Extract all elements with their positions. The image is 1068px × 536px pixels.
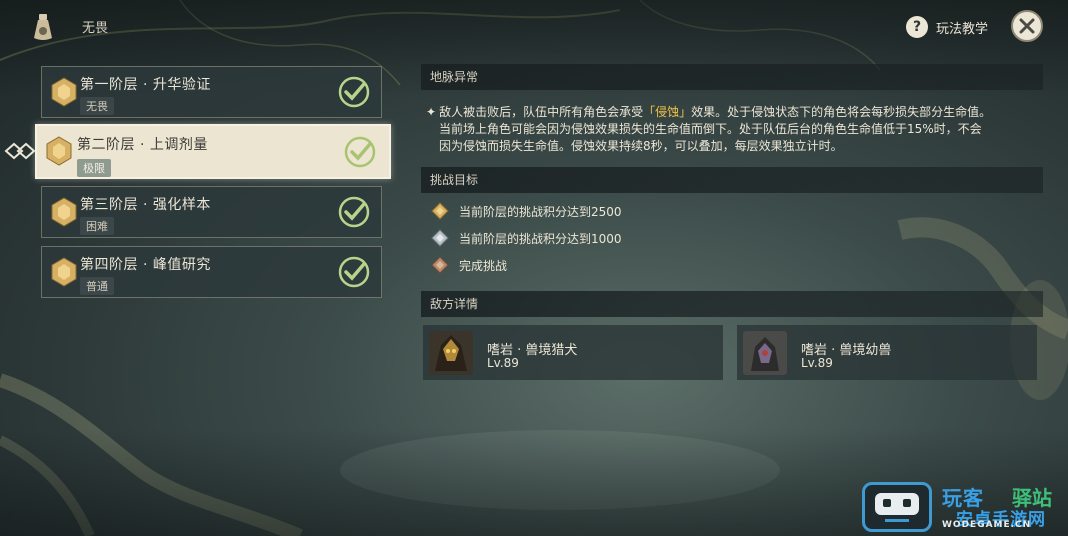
- desc-line-2: 当前场上角色可能会因为侵蚀效果损失的生命值而倒下。处于队伍后台的角色生命值低于1…: [439, 122, 982, 136]
- enemy-header: 敌方详情: [421, 291, 1043, 317]
- stage-difficulty-tag: 普通: [80, 277, 114, 295]
- rockbond-whelp-portrait: [743, 331, 787, 375]
- desc-text: 敌人被击败后，队伍中所有角色会承受: [439, 105, 644, 119]
- goal-item-bronze: 完成挑战: [431, 256, 507, 274]
- goal-text: 当前阶层的挑战积分达到2500: [459, 204, 622, 219]
- check-icon: [344, 136, 376, 168]
- gold-badge-icon: [51, 257, 77, 287]
- stage-item-3[interactable]: 第三阶层 · 强化样本 困难: [41, 186, 382, 238]
- stage-difficulty-tag: 困难: [80, 217, 114, 235]
- goal-text: 当前阶层的挑战积分达到1000: [459, 231, 622, 246]
- stage-difficulty-tag: 无畏: [80, 97, 114, 115]
- gold-badge-icon: [51, 77, 77, 107]
- selected-arrow-icon: [4, 142, 36, 160]
- stage-item-4[interactable]: 第四阶层 · 峰值研究 普通: [41, 246, 382, 298]
- robot-logo-icon: [862, 482, 932, 532]
- desc-line-3: 因为侵蚀而损失生命值。侵蚀效果持续8秒，可以叠加，每层效果独立计时。: [439, 139, 843, 153]
- stage-item-2[interactable]: 第二阶层 · 上调剂量 极限: [35, 124, 391, 179]
- stage-item-1[interactable]: 第一阶层 · 升华验证 无畏: [41, 66, 382, 118]
- site-watermark: 玩客 驿站 安卓手游网 WODEGAME.CN: [862, 482, 1062, 532]
- goal-text: 完成挑战: [459, 258, 508, 273]
- enemy-level: Lv.89: [487, 356, 519, 370]
- watermark-url: WODEGAME.CN: [942, 520, 1032, 530]
- erosion-keyword: 「侵蚀」: [643, 105, 692, 119]
- check-icon: [338, 256, 370, 288]
- question-icon: ?: [906, 16, 928, 38]
- gold-badge-icon: [431, 202, 449, 220]
- enemy-card-1[interactable]: 嗜岩 · 兽境猎犬 Lv.89: [423, 325, 723, 380]
- stage-difficulty-tag: 极限: [77, 159, 111, 177]
- stage-title: 第二阶层 · 上调剂量: [77, 137, 208, 153]
- mode-title: 无畏: [82, 21, 109, 36]
- ley-line-description: ✦ 敌人被击败后，队伍中所有角色会承受「侵蚀」效果。处于侵蚀状态下的角色将会每秒损…: [426, 104, 1040, 155]
- check-icon: [338, 196, 370, 228]
- ley-line-header: 地脉异常: [421, 64, 1043, 90]
- tutorial-label: 玩法教学: [936, 21, 989, 37]
- close-button[interactable]: [1011, 10, 1043, 42]
- bronze-badge-icon: [431, 256, 449, 274]
- stage-title: 第四阶层 · 峰值研究: [80, 257, 211, 273]
- rockbond-hound-portrait: [429, 331, 473, 375]
- stage-title: 第三阶层 · 强化样本: [80, 197, 211, 213]
- desc-text: 效果。处于侵蚀状态下的角色将会每秒损失部分生命值。: [691, 105, 992, 119]
- check-icon: [338, 76, 370, 108]
- challenge-header: 挑战目标: [421, 167, 1043, 193]
- close-icon: [1019, 18, 1035, 34]
- goal-item-gold: 当前阶层的挑战积分达到2500: [431, 202, 622, 220]
- tutorial-button[interactable]: ? 玩法教学: [906, 16, 988, 38]
- domain-vial-icon: [34, 14, 52, 40]
- gold-badge-icon: [46, 136, 72, 166]
- stage-title: 第一阶层 · 升华验证: [80, 77, 211, 93]
- enemy-card-2[interactable]: 嗜岩 · 兽境幼兽 Lv.89: [737, 325, 1037, 380]
- gold-badge-icon: [51, 197, 77, 227]
- silver-badge-icon: [431, 229, 449, 247]
- sparkle-icon: ✦: [426, 105, 437, 119]
- enemy-level: Lv.89: [801, 356, 833, 370]
- goal-item-silver: 当前阶层的挑战积分达到1000: [431, 229, 622, 247]
